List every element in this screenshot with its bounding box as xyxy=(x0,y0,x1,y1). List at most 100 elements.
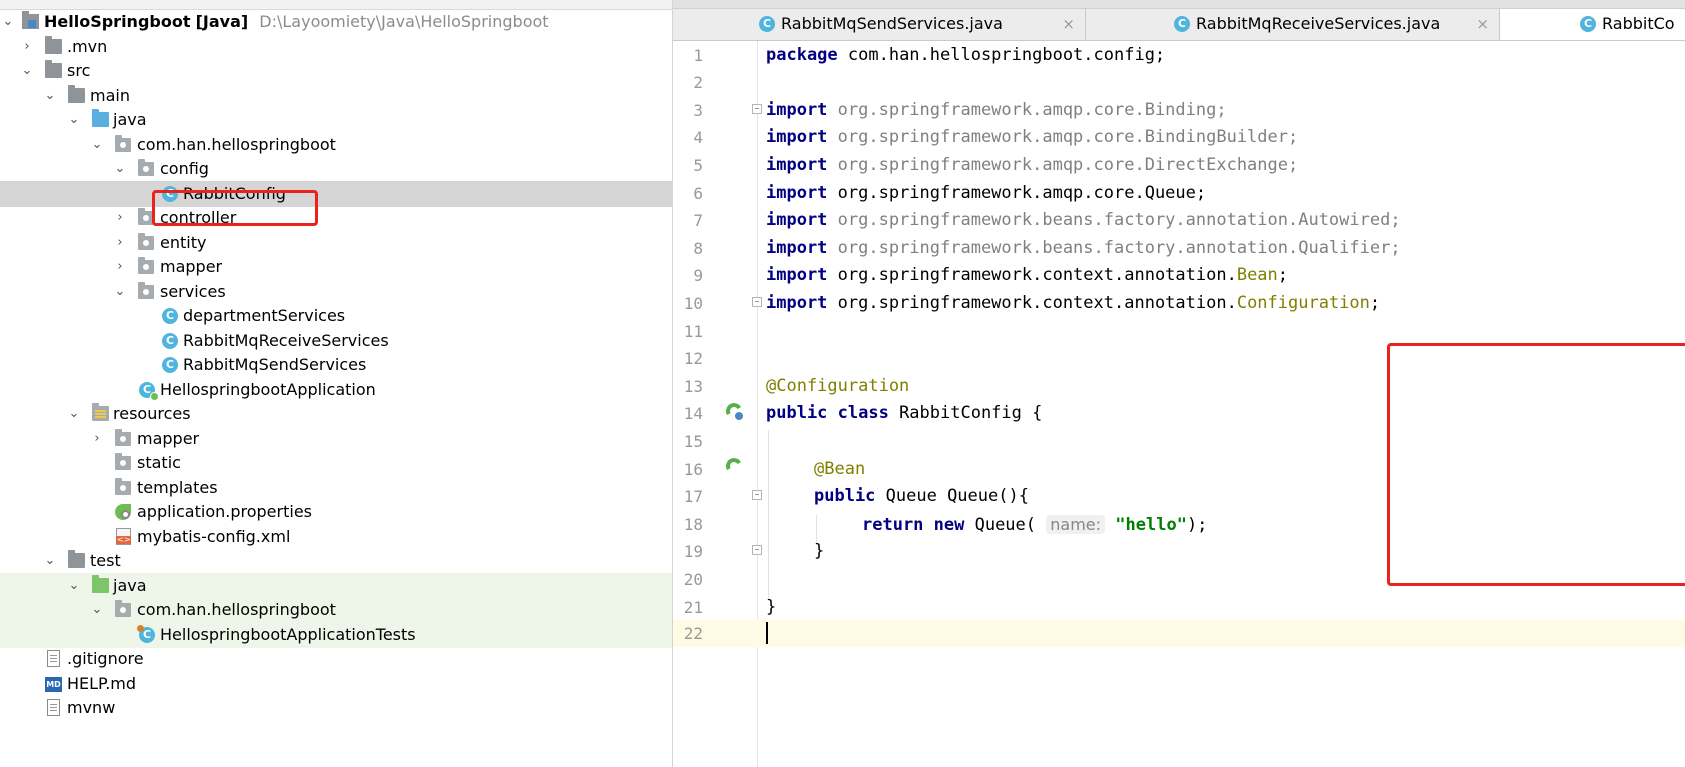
source-folder-icon xyxy=(92,109,109,127)
spring-bean-gutter-icon[interactable] xyxy=(724,401,744,421)
keyword: import xyxy=(766,182,828,203)
tree-item[interactable]: › entity xyxy=(0,230,672,256)
tree-item[interactable]: .gitignore xyxy=(0,646,672,672)
tree-item[interactable]: C HellospringbootApplication xyxy=(0,377,672,403)
tree-item[interactable]: › controller xyxy=(0,205,672,231)
tree-item-label: java xyxy=(113,110,147,129)
code-text: org.springframework.context.annotation. xyxy=(827,265,1237,286)
tree-item[interactable]: › mapper xyxy=(0,426,672,452)
code-line: import org.springframework.amqp.core.Bin… xyxy=(766,97,1227,125)
tree-root[interactable]: ⌄ HelloSpringboot [Java] D:\Layoomiety\J… xyxy=(0,9,672,35)
tree-item[interactable]: ⌄ com.han.hellospringboot xyxy=(0,132,672,158)
close-icon[interactable]: × xyxy=(1062,9,1075,39)
keyword: public xyxy=(814,486,876,507)
tree-item[interactable]: C HellospringbootApplicationTests xyxy=(0,621,672,648)
chevron-down-icon[interactable]: ⌄ xyxy=(89,132,105,158)
tree-item[interactable]: MD HELP.md xyxy=(0,671,672,697)
chevron-down-icon[interactable]: ⌄ xyxy=(112,279,128,305)
resources-folder-icon xyxy=(92,403,109,421)
chevron-down-icon[interactable]: ⌄ xyxy=(66,401,82,427)
tree-item[interactable]: ⌄ java xyxy=(0,107,672,133)
parameter-hint: name: xyxy=(1046,514,1106,534)
code-text: Queue( xyxy=(964,514,1037,535)
chevron-right-icon[interactable]: › xyxy=(89,426,105,452)
fold-marker-icon[interactable] xyxy=(752,490,762,500)
tree-item-label: HELP.md xyxy=(67,673,137,693)
line-number: 1 xyxy=(693,45,703,65)
chevron-down-icon[interactable]: ⌄ xyxy=(42,548,58,574)
code-text: ; xyxy=(1277,265,1289,286)
code-line: @Bean xyxy=(814,456,865,484)
chevron-right-icon[interactable]: › xyxy=(19,34,35,60)
tree-item[interactable]: ⌄ resources xyxy=(0,401,672,427)
tree-item-selected[interactable]: C RabbitConfig xyxy=(0,180,672,207)
line-number: 16 xyxy=(683,459,703,479)
tree-item-label: static xyxy=(137,453,181,472)
code-text: org.springframework.amqp.core.Queue; xyxy=(827,182,1207,203)
chevron-down-icon[interactable]: ⌄ xyxy=(0,9,16,35)
folder-icon xyxy=(45,35,62,54)
tree-item[interactable]: ⌄ com.han.hellospringboot xyxy=(0,597,672,623)
chevron-down-icon[interactable]: ⌄ xyxy=(66,107,82,133)
tree-item[interactable]: C RabbitMqSendServices xyxy=(0,352,672,378)
tree-item-label: services xyxy=(160,281,226,301)
fold-marker-icon[interactable] xyxy=(752,297,762,307)
code-line: import org.springframework.beans.factory… xyxy=(766,207,1401,235)
code-line: return new Queue( name: "hello"); xyxy=(862,511,1207,539)
code-text: ; xyxy=(1369,292,1381,313)
tree-item[interactable]: C departmentServices xyxy=(0,303,672,329)
tree-item[interactable]: ⌄ java xyxy=(0,572,672,599)
code-editor: C RabbitMqSendServices.java × C RabbitMq… xyxy=(673,0,1685,767)
chevron-down-icon[interactable]: ⌄ xyxy=(42,83,58,109)
tree-item[interactable]: ⌄ test xyxy=(0,548,672,574)
keyword: import xyxy=(766,127,828,148)
keyword: import xyxy=(766,99,828,120)
tree-item[interactable]: templates xyxy=(0,475,672,501)
tree-item[interactable]: › mapper xyxy=(0,254,672,280)
tree-item[interactable]: ⌄ services xyxy=(0,279,672,305)
tree-item[interactable]: ⌄ config xyxy=(0,156,672,182)
tree-item[interactable]: static xyxy=(0,450,672,476)
chevron-right-icon[interactable]: › xyxy=(112,254,128,280)
line-number: 12 xyxy=(683,349,703,369)
spring-bean-gutter-icon[interactable] xyxy=(724,456,744,476)
tree-item[interactable]: C RabbitMqReceiveServices xyxy=(0,328,672,354)
keyword: return new xyxy=(862,514,965,535)
unused-import: org.springframework.beans.factory.annota… xyxy=(827,237,1401,258)
keyword: import xyxy=(766,154,828,175)
java-class-icon: C xyxy=(162,332,178,349)
tree-item[interactable]: mybatis-config.xml xyxy=(0,524,672,550)
tab-rabbitmq-send-services[interactable]: C RabbitMqSendServices.java × xyxy=(673,9,1086,40)
chevron-right-icon[interactable]: › xyxy=(112,230,128,256)
tab-rabbitmq-receive-services[interactable]: C RabbitMqReceiveServices.java × xyxy=(1086,9,1500,40)
annotation-name: Configuration xyxy=(1236,292,1370,313)
tree-item[interactable]: mvnw xyxy=(0,695,672,721)
chevron-down-icon[interactable]: ⌄ xyxy=(89,597,105,623)
tab-rabbit-config[interactable]: C RabbitCo xyxy=(1500,9,1685,40)
chevron-down-icon[interactable]: ⌄ xyxy=(19,58,35,84)
line-number: 18 xyxy=(683,514,703,534)
fold-marker-icon[interactable] xyxy=(752,545,762,555)
code-line: import org.springframework.beans.factory… xyxy=(766,235,1401,263)
tree-item-label: application.properties xyxy=(137,502,312,521)
folder-icon xyxy=(115,453,131,470)
tree-item[interactable]: application.properties xyxy=(0,499,672,525)
close-icon[interactable]: × xyxy=(1476,9,1489,39)
chevron-down-icon[interactable]: ⌄ xyxy=(112,156,128,182)
code-line: } xyxy=(766,596,777,617)
tree-item[interactable]: › .mvn xyxy=(0,34,672,60)
code-text: com.han.hellospringboot.config; xyxy=(837,44,1166,65)
file-icon xyxy=(47,650,60,667)
unused-import: org.springframework.amqp.core.DirectExch… xyxy=(827,154,1299,175)
tree-item[interactable]: ⌄ src xyxy=(0,58,672,84)
line-number: 4 xyxy=(693,128,703,148)
fold-marker-icon[interactable] xyxy=(752,104,762,114)
test-source-folder-icon xyxy=(92,574,109,593)
chevron-right-icon[interactable]: › xyxy=(112,205,128,231)
highlight-box xyxy=(1387,343,1685,586)
editor-tab-bar: C RabbitMqSendServices.java × C RabbitMq… xyxy=(673,0,1685,41)
code-line: public Queue Queue(){ xyxy=(814,483,1029,511)
chevron-down-icon[interactable]: ⌄ xyxy=(66,573,82,599)
module-icon xyxy=(22,11,39,29)
tree-item[interactable]: ⌄ main xyxy=(0,83,672,109)
